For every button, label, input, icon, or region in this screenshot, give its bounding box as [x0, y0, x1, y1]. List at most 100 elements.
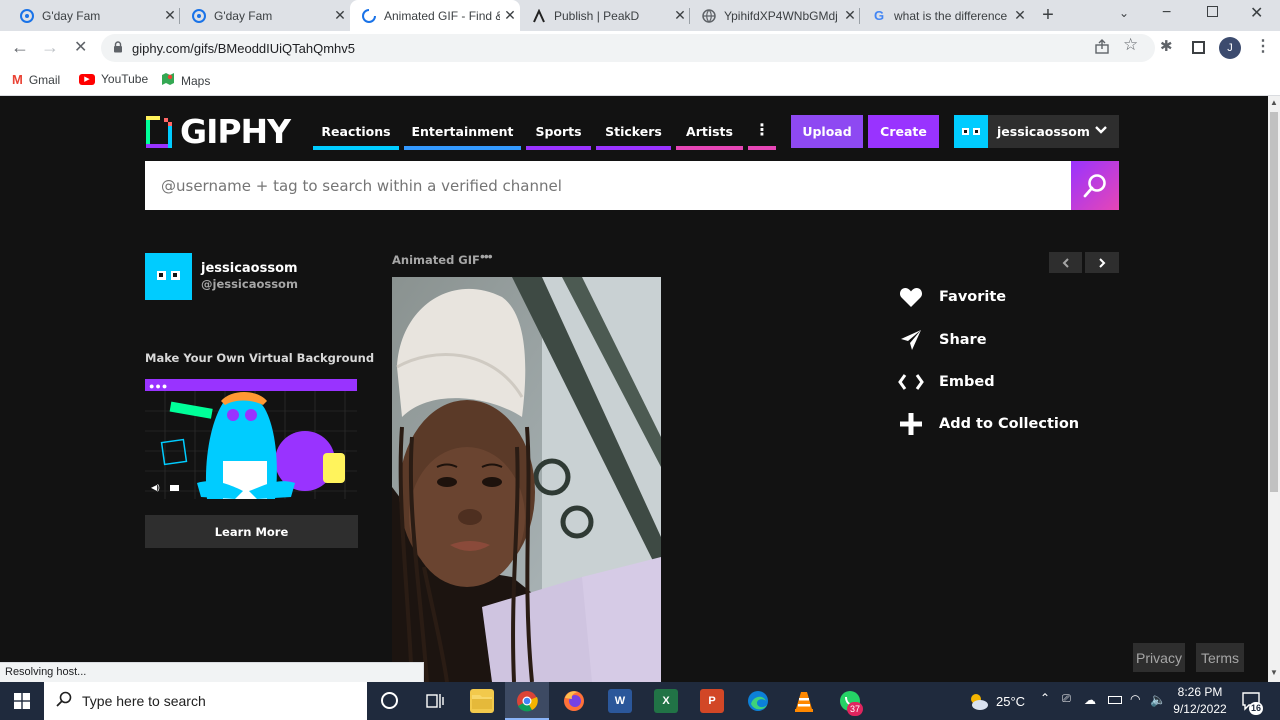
wifi-icon[interactable]: ◠: [1130, 692, 1140, 706]
tab-5[interactable]: YpihifdXP4WNbGMdj ✕: [690, 0, 860, 31]
peakd-icon: [532, 8, 546, 23]
create-button[interactable]: Create: [868, 115, 939, 148]
close-tab-icon[interactable]: ✕: [1010, 7, 1030, 24]
temperature-text[interactable]: 25°C: [996, 694, 1025, 709]
tab-search-icon[interactable]: ⌄: [1119, 6, 1129, 20]
page-scrollbar[interactable]: ▲ ▼: [1268, 96, 1280, 682]
tab-2[interactable]: G'day Fam ✕: [180, 0, 350, 31]
prev-gif-button[interactable]: [1049, 252, 1082, 273]
bookmarks-bar: M Gmail ▶ YouTube Maps: [0, 65, 1280, 96]
ad-title: Make Your Own Virtual Background: [145, 351, 375, 365]
loading-icon: [362, 8, 376, 23]
stop-loading-icon[interactable]: ✕: [74, 37, 87, 57]
side-panel-icon[interactable]: [1192, 41, 1205, 54]
back-icon[interactable]: ←: [11, 37, 29, 58]
windows-start-icon[interactable]: [14, 693, 30, 714]
excel-icon[interactable]: X: [654, 689, 678, 713]
share-icon[interactable]: [1094, 39, 1110, 60]
bookmark-gmail[interactable]: M Gmail: [12, 72, 60, 87]
tab-3-active[interactable]: Animated GIF - Find & ✕: [350, 0, 520, 31]
clock-date[interactable]: 9/12/2022: [1170, 702, 1230, 716]
cortana-icon[interactable]: [381, 692, 398, 709]
firefox-icon[interactable]: [562, 689, 586, 713]
restore-icon[interactable]: [1207, 6, 1218, 17]
share-action[interactable]: Share: [898, 329, 987, 351]
tab-1[interactable]: G'day Fam ✕: [8, 0, 180, 31]
hive-icon: [20, 8, 34, 23]
nav-reactions[interactable]: Reactions: [313, 124, 399, 139]
favorite-label: Favorite: [939, 289, 1007, 305]
task-view-icon[interactable]: [425, 691, 445, 716]
extensions-icon[interactable]: ✱: [1160, 37, 1173, 55]
camera-icon[interactable]: [170, 485, 179, 491]
tab-6[interactable]: G what is the difference ✕: [860, 0, 1030, 31]
gif-options-icon[interactable]: •••: [480, 248, 493, 264]
bookmark-youtube[interactable]: ▶ YouTube: [79, 72, 148, 86]
gif-image[interactable]: [392, 277, 661, 682]
onedrive-icon[interactable]: ☁: [1084, 693, 1096, 707]
minimize-icon[interactable]: −: [1162, 4, 1171, 22]
add-to-collection-action[interactable]: Add to Collection: [898, 413, 1079, 435]
paper-plane-icon: [898, 329, 924, 351]
privacy-link[interactable]: Privacy: [1133, 643, 1185, 672]
more-menu-icon[interactable]: ⋮: [748, 120, 776, 139]
chrome-menu-icon[interactable]: ⋮: [1255, 36, 1271, 56]
channel-handle[interactable]: @jessicaossom: [201, 277, 298, 291]
nav-sports[interactable]: Sports: [526, 124, 591, 139]
scrollbar-thumb[interactable]: [1270, 112, 1278, 492]
forward-icon[interactable]: →: [41, 37, 59, 58]
giphy-logo-icon[interactable]: [146, 116, 172, 148]
learn-more-button[interactable]: Learn More: [145, 515, 358, 548]
volume-icon[interactable]: 🔈: [1150, 692, 1166, 708]
next-gif-button[interactable]: [1085, 252, 1119, 273]
profile-avatar[interactable]: J: [1219, 37, 1241, 59]
bookmark-star-icon[interactable]: ☆: [1123, 35, 1138, 55]
volume-icon[interactable]: ◀): [151, 483, 160, 492]
user-menu[interactable]: jessicaossom: [954, 115, 1119, 148]
chrome-taskbar-active[interactable]: [505, 682, 549, 720]
taskbar-search[interactable]: Type here to search: [44, 682, 367, 720]
giphy-logo-text[interactable]: GIPHY: [180, 112, 291, 151]
embed-action[interactable]: Embed: [898, 371, 995, 393]
nav-stickers[interactable]: Stickers: [596, 124, 671, 139]
browser-toolbar: ← → ✕ giphy.com/gifs/BMeoddIUiQTahQmhv5 …: [0, 31, 1280, 65]
address-bar[interactable]: giphy.com/gifs/BMeoddIUiQTahQmhv5: [101, 34, 1155, 62]
search-input[interactable]: [145, 161, 1071, 210]
nav-artists[interactable]: Artists: [676, 124, 743, 139]
close-tab-icon[interactable]: ✕: [840, 7, 860, 24]
weather-icon[interactable]: [967, 690, 989, 717]
powerpoint-icon[interactable]: P: [700, 689, 724, 713]
terms-link[interactable]: Terms: [1196, 643, 1244, 672]
search-button[interactable]: [1071, 161, 1119, 210]
vlc-icon[interactable]: [792, 689, 816, 713]
favorite-action[interactable]: Favorite: [898, 286, 1006, 308]
ad-video[interactable]: ●●● ◀): [145, 379, 357, 499]
close-window-icon[interactable]: ✕: [1250, 3, 1263, 23]
youtube-icon: ▶: [79, 73, 95, 85]
chevron-down-icon: [1094, 123, 1108, 142]
new-tab-icon[interactable]: +: [1036, 4, 1060, 28]
clock-time[interactable]: 8:26 PM: [1172, 685, 1228, 699]
scroll-down-icon[interactable]: ▼: [1270, 668, 1278, 677]
channel-avatar[interactable]: [145, 253, 192, 300]
battery-icon[interactable]: [1108, 696, 1122, 704]
tab-title: Publish | PeakD: [554, 8, 640, 23]
meet-now-icon[interactable]: ⎚: [1062, 693, 1071, 706]
username-label: jessicaossom: [997, 124, 1090, 139]
close-tab-icon[interactable]: ✕: [330, 7, 350, 24]
upload-button[interactable]: Upload: [791, 115, 863, 148]
bookmark-maps[interactable]: Maps: [161, 72, 210, 89]
close-tab-icon[interactable]: ✕: [500, 7, 520, 24]
channel-name[interactable]: jessicaossom: [201, 261, 298, 276]
edge-icon[interactable]: [746, 689, 770, 713]
scroll-up-icon[interactable]: ▲: [1270, 98, 1278, 107]
word-icon[interactable]: W: [608, 689, 632, 713]
nav-entertainment[interactable]: Entertainment: [404, 124, 521, 139]
close-tab-icon[interactable]: ✕: [670, 7, 690, 24]
tab-4[interactable]: Publish | PeakD ✕: [520, 0, 690, 31]
search-bar: [145, 161, 1071, 210]
show-hidden-icons-icon[interactable]: ⌃: [1040, 691, 1050, 705]
gmail-icon: M: [12, 72, 23, 87]
close-tab-icon[interactable]: ✕: [160, 7, 180, 24]
file-explorer-icon[interactable]: [470, 689, 494, 713]
